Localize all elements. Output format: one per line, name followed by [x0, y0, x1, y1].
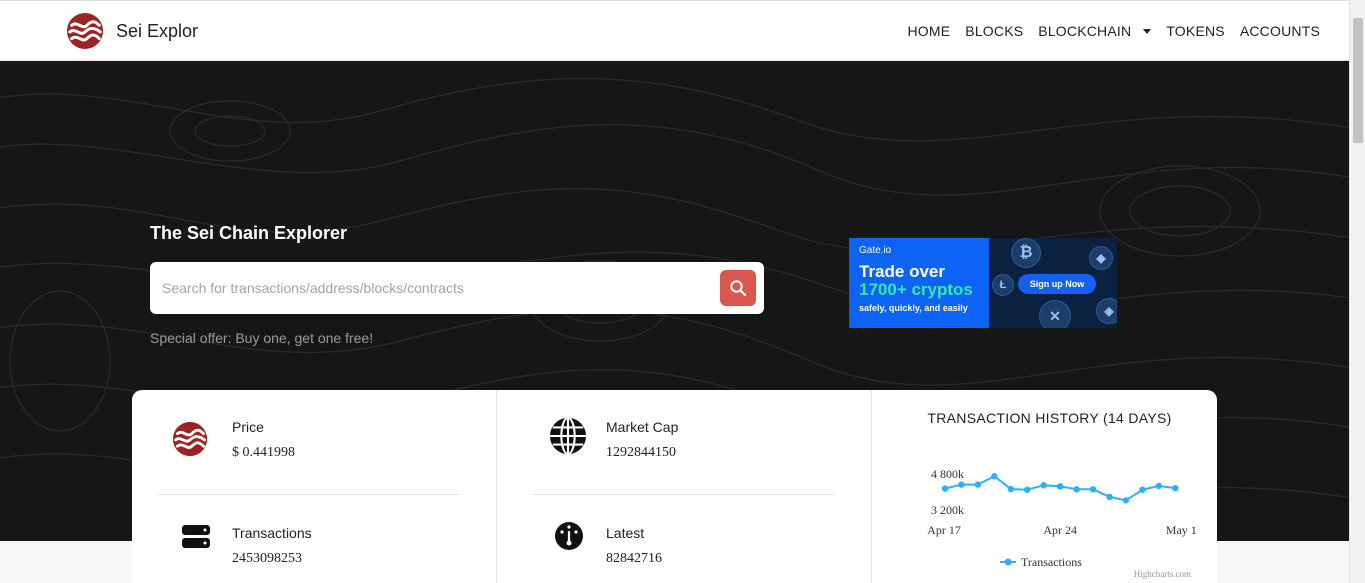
chart-title: TRANSACTION HISTORY (14 DAYS) — [927, 410, 1172, 426]
x-tick-label: May 1 — [1166, 523, 1197, 537]
coin-icon: ◈ — [1096, 298, 1117, 324]
x-tick-label: Apr 24 — [1043, 523, 1077, 537]
chart-credits: Highcharts.com — [1134, 569, 1191, 579]
gauge-icon — [549, 516, 589, 556]
transactions-label: Transactions — [232, 525, 312, 541]
price-value: $ 0.441998 — [232, 445, 295, 460]
special-offer-text: Special offer: Buy one, get one free! — [150, 330, 374, 346]
search-icon — [730, 280, 747, 297]
data-point — [1139, 486, 1146, 493]
data-point — [1024, 486, 1031, 493]
nav-blockchain-label: BLOCKCHAIN — [1038, 23, 1132, 39]
data-point — [974, 481, 982, 488]
market-cap-label: Market Cap — [606, 419, 679, 435]
scrollbar-thumb[interactable] — [1353, 18, 1363, 143]
data-point — [1172, 484, 1179, 492]
y-tick-label: 3 200k — [931, 503, 964, 517]
column-divider — [496, 390, 497, 583]
nav-home-label: HOME — [907, 23, 951, 39]
data-point — [958, 481, 965, 488]
legend-label: Transactions — [1021, 555, 1082, 569]
ad-banner[interactable]: Gate.io Trade over 1700+ cryptos safely,… — [849, 238, 1117, 328]
search-button[interactable] — [720, 270, 756, 306]
y-tick-label: 4 800k — [931, 467, 964, 481]
data-point — [1122, 497, 1130, 504]
market-cap-value: 1292844150 — [606, 445, 676, 460]
data-point — [941, 485, 949, 492]
nav-tokens-label: TOKENS — [1166, 23, 1225, 39]
brand-name: Sei Explor — [116, 20, 199, 41]
ethereum-coin-icon: ◆ — [1089, 246, 1113, 270]
ad-headline-2: 1700+ cryptos — [859, 280, 973, 299]
latest-label: Latest — [606, 525, 645, 541]
ad-signup-button[interactable]: Sign up Now — [1018, 274, 1096, 294]
latest-value: 82842716 — [606, 551, 662, 566]
legend-symbol-marker — [1004, 558, 1012, 566]
sei-price-icon — [170, 419, 210, 459]
data-point — [991, 473, 998, 480]
page-scrollbar[interactable] — [1349, 0, 1365, 583]
data-point — [1073, 486, 1080, 493]
ad-brand: Gate.io — [859, 245, 892, 256]
price-label: Price — [232, 419, 264, 435]
top-navbar: Sei Explor HOME BLOCKS BLOCKCHAIN TOKENS… — [0, 0, 1349, 61]
nav-home[interactable]: HOME — [907, 23, 950, 39]
data-point — [1040, 482, 1047, 489]
nav-accounts-label: ACCOUNTS — [1239, 23, 1320, 39]
row-divider — [159, 494, 459, 495]
data-point — [1155, 482, 1163, 490]
search-bar — [150, 262, 764, 314]
transaction-history-chart: 4 800k 3 200k Apr 17 Apr 24 May 1 Transaction… — [927, 467, 1197, 579]
server-icon — [176, 517, 216, 557]
globe-icon — [548, 416, 588, 456]
litecoin-coin-icon: Ł — [992, 274, 1014, 296]
stats-card: Price $ 0.441998 Market Cap 1292844150 T… — [132, 390, 1217, 583]
transactions-value: 2453098253 — [232, 551, 302, 566]
data-point — [1106, 493, 1113, 501]
search-input[interactable] — [162, 262, 712, 314]
data-point — [1089, 486, 1097, 493]
brand[interactable]: Sei Explor — [66, 12, 198, 50]
nav-blockchain-dropdown[interactable]: BLOCKCHAIN — [1038, 23, 1152, 39]
data-point — [1007, 485, 1014, 493]
x-tick-label: Apr 17 — [927, 523, 961, 537]
row-divider — [533, 494, 834, 495]
caret-down-icon — [1143, 28, 1152, 34]
hero-title: The Sei Chain Explorer — [150, 223, 348, 243]
ripple-coin-icon: ✕ — [1039, 300, 1071, 328]
bitcoin-coin-icon: ₿ — [1011, 238, 1041, 268]
nav-tokens[interactable]: TOKENS — [1166, 23, 1225, 39]
ad-tagline: safely, quickly, and easily — [859, 303, 968, 313]
main-nav: HOME BLOCKS BLOCKCHAIN TOKENS ACCOUNTS — [892, 1, 1320, 61]
nav-accounts[interactable]: ACCOUNTS — [1240, 23, 1320, 39]
nav-blocks[interactable]: BLOCKS — [965, 23, 1023, 39]
ad-headline-1: Trade over — [859, 262, 945, 281]
nav-blocks-label: BLOCKS — [965, 23, 1024, 39]
data-point — [1056, 483, 1064, 490]
sei-logo-icon — [66, 12, 104, 50]
